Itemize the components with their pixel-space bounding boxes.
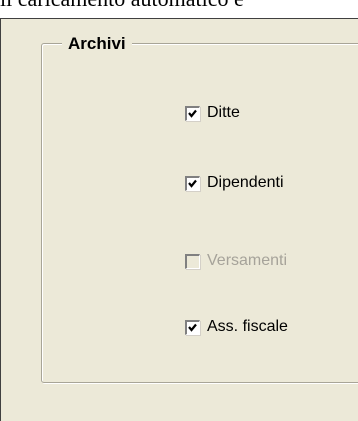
checkbox-ass-fiscale-label: Ass. fiscale [207,318,288,335]
checkmark-icon [188,323,197,332]
checkbox-dipendenti-label: Dipendenti [207,174,284,191]
checkbox-versamenti-label: Versamenti [207,252,288,269]
groupbox-title: Archivi [62,33,132,55]
checkbox-ditte[interactable]: Ditte [185,102,240,124]
checkbox-dipendenti[interactable]: Dipendenti [185,172,284,194]
checkmark-icon [188,179,197,188]
checkbox-dipendenti-box[interactable] [185,175,200,191]
checkbox-ditte-box[interactable] [185,105,200,121]
checkmark-icon [188,109,197,118]
checkbox-ass-fiscale[interactable]: Ass. fiscale [185,316,288,338]
checkbox-versamenti-box [185,253,200,269]
checkbox-ass-fiscale-box[interactable] [185,319,200,335]
checkbox-ditte-label: Ditte [207,104,240,121]
background-caption-text: il caricamento automatico e [0,0,244,12]
checkbox-versamenti: Versamenti [185,250,287,272]
